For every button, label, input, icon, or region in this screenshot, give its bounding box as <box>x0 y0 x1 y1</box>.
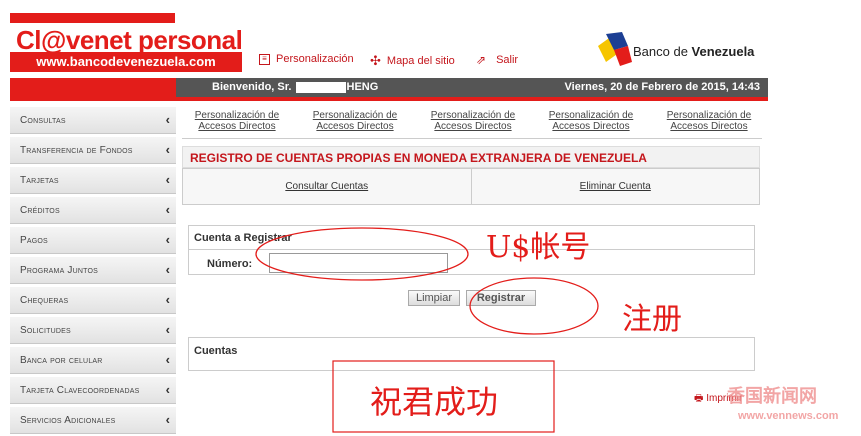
page-title-box: REGISTRO DE CUENTAS PROPIAS EN MONEDA EX… <box>182 146 760 168</box>
watermark-url: www.vennews.com <box>738 410 839 422</box>
sidebar-item-consultas[interactable]: Consultas ‹ <box>10 106 176 134</box>
chevron-left-icon: ‹ <box>165 112 170 127</box>
tab-eliminar-cuenta[interactable]: Eliminar Cuenta <box>470 169 760 204</box>
personalizacion-link[interactable]: ≡ Personalización <box>259 53 354 65</box>
welcome-red-bar <box>176 97 768 101</box>
chevron-left-icon: ‹ <box>165 412 170 427</box>
welcome-bar: Bienvenido, Sr. HENG Viernes, 20 de Febr… <box>176 78 768 97</box>
sidebar-item-pagos[interactable]: Pagos ‹ <box>10 226 176 254</box>
salir-link[interactable]: ⇗ Salir <box>476 53 518 67</box>
sidebar-item-tarjeta-clavecoordenadas[interactable]: Tarjeta Clavecoordenadas ‹ <box>10 376 176 404</box>
action-tabs: Consultar Cuentas Eliminar Cuenta <box>182 168 760 205</box>
chevron-left-icon: ‹ <box>165 292 170 307</box>
chevron-left-icon: ‹ <box>165 262 170 277</box>
register-highlight-ellipse <box>469 277 599 335</box>
numero-label: Número: <box>207 258 253 270</box>
clavenet-logo: Cl@venet personal <box>16 25 243 55</box>
divider <box>182 138 762 139</box>
sidebar-item-creditos[interactable]: Créditos ‹ <box>10 196 176 224</box>
left-red-bar <box>10 78 176 101</box>
sidebar-item-banca-celular[interactable]: Banca por celular ‹ <box>10 346 176 374</box>
register-button[interactable]: Registrar <box>466 290 536 306</box>
account-number-input[interactable] <box>269 253 448 273</box>
tab-consultar-cuentas[interactable]: Consultar Cuentas <box>183 169 471 204</box>
logo-url: www.bancodevenezuela.com <box>10 52 242 72</box>
divider <box>188 249 755 250</box>
sidebar: Consultas ‹ Transferencia de Fondos ‹ Tarj… <box>10 106 176 436</box>
chevron-left-icon: ‹ <box>165 322 170 337</box>
printer-icon: 🖶 <box>694 393 704 404</box>
exit-icon: ⇗ <box>476 53 487 67</box>
quick-link[interactable]: Personalización de Accesos Directos <box>182 110 292 132</box>
quick-link[interactable]: Personalización de Accesos Directos <box>654 110 764 132</box>
welcome-text: Bienvenido, Sr. HENG <box>212 81 379 93</box>
sidebar-item-servicios-adicionales[interactable]: Servicios Adicionales ‹ <box>10 406 176 434</box>
clear-button[interactable]: Limpiar <box>408 290 460 306</box>
quick-link[interactable]: Personalización de Accesos Directos <box>418 110 528 132</box>
sidebar-item-transferencia[interactable]: Transferencia de Fondos ‹ <box>10 136 176 164</box>
watermark-text: 香国新闻网 <box>727 386 817 406</box>
date-text: Viernes, 20 de Febrero de 2015, 14:43 <box>564 81 760 93</box>
chevron-left-icon: ‹ <box>165 382 170 397</box>
quick-link[interactable]: Personalización de Accesos Directos <box>300 110 410 132</box>
sidebar-item-programa-juntos[interactable]: Programa Juntos ‹ <box>10 256 176 284</box>
personalize-icon: ≡ <box>259 53 270 65</box>
sitemap-link[interactable]: ✣ Mapa del sitio <box>370 53 455 69</box>
logo-top-bar <box>10 13 175 23</box>
redacted-name <box>295 81 346 93</box>
accounts-label: Cuentas <box>194 345 238 357</box>
chevron-left-icon: ‹ <box>165 172 170 187</box>
page-title: REGISTRO DE CUENTAS PROPIAS EN MONEDA EX… <box>190 151 647 165</box>
chevron-left-icon: ‹ <box>165 202 170 217</box>
sidebar-item-solicitudes[interactable]: Solicitudes ‹ <box>10 316 176 344</box>
chevron-left-icon: ‹ <box>165 352 170 367</box>
success-note: 祝君成功 <box>370 383 499 421</box>
form-header: Cuenta a Registrar <box>194 232 292 244</box>
quick-link[interactable]: Personalización de Accesos Directos <box>536 110 646 132</box>
account-note: U$帐号 <box>486 230 591 265</box>
bank-name: Banco de Venezuela <box>633 44 755 59</box>
sidebar-item-tarjetas[interactable]: Tarjetas ‹ <box>10 166 176 194</box>
register-note: 注册 <box>622 302 682 337</box>
accounts-box <box>188 337 755 371</box>
chevron-left-icon: ‹ <box>165 232 170 247</box>
sidebar-item-chequeras[interactable]: Chequeras ‹ <box>10 286 176 314</box>
sitemap-icon: ✣ <box>370 53 381 68</box>
chevron-left-icon: ‹ <box>165 142 170 157</box>
